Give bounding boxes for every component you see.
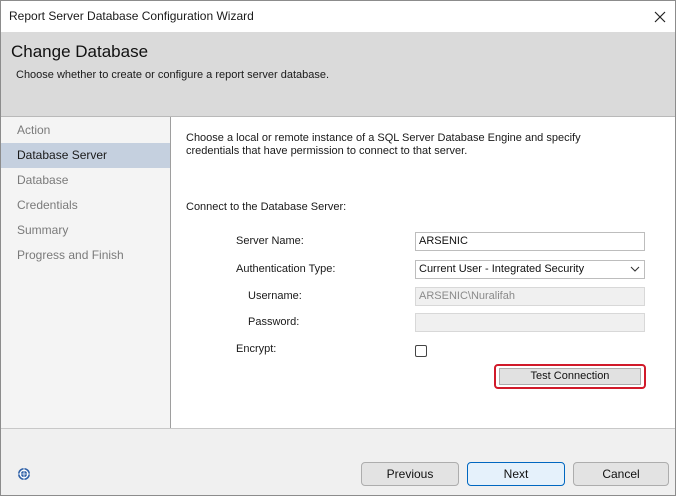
sidebar-item-summary[interactable]: Summary bbox=[1, 218, 170, 243]
test-connection-button[interactable]: Test Connection bbox=[499, 368, 641, 385]
title-bar: Report Server Database Configuration Wiz… bbox=[1, 1, 675, 32]
sidebar-item-credentials[interactable]: Credentials bbox=[1, 193, 170, 218]
page-subtitle: Choose whether to create or configure a … bbox=[16, 69, 330, 81]
username-label: Username: bbox=[248, 290, 302, 302]
auth-type-label: Authentication Type: bbox=[236, 263, 336, 275]
password-input[interactable] bbox=[415, 313, 645, 332]
next-button[interactable]: Next bbox=[467, 462, 565, 486]
sidebar-item-progress-and-finish[interactable]: Progress and Finish bbox=[1, 243, 170, 268]
close-icon bbox=[654, 11, 666, 22]
server-name-label: Server Name: bbox=[236, 235, 304, 247]
wizard-footer: Previous Next Cancel bbox=[1, 428, 675, 495]
wizard-steps-sidebar: Action Database Server Database Credenti… bbox=[1, 117, 171, 428]
wizard-window: Report Server Database Configuration Wiz… bbox=[0, 0, 676, 496]
step-description: Choose a local or remote instance of a S… bbox=[186, 132, 581, 157]
username-input[interactable]: ARSENIC\Nuralifah bbox=[415, 287, 645, 306]
sidebar-item-action[interactable]: Action bbox=[1, 118, 170, 143]
password-label: Password: bbox=[248, 316, 300, 328]
page-title: Change Database bbox=[11, 42, 149, 61]
auth-type-value: Current User - Integrated Security bbox=[419, 263, 585, 275]
encrypt-checkbox[interactable] bbox=[415, 345, 427, 357]
server-name-input[interactable]: ARSENIC bbox=[415, 232, 645, 251]
window-title: Report Server Database Configuration Wiz… bbox=[9, 9, 254, 23]
previous-button[interactable]: Previous bbox=[361, 462, 459, 486]
main-content: Choose a local or remote instance of a S… bbox=[171, 117, 675, 428]
auth-type-select[interactable]: Current User - Integrated Security bbox=[415, 260, 645, 279]
sidebar-item-database[interactable]: Database bbox=[1, 168, 170, 193]
cancel-button[interactable]: Cancel bbox=[573, 462, 669, 486]
page-header: Change Database Choose whether to create… bbox=[1, 32, 675, 117]
help-icon[interactable] bbox=[17, 467, 31, 481]
sidebar-item-database-server[interactable]: Database Server bbox=[1, 143, 170, 168]
chevron-down-icon bbox=[630, 266, 640, 272]
close-button[interactable] bbox=[645, 1, 675, 32]
encrypt-label: Encrypt: bbox=[236, 343, 277, 355]
connect-section-label: Connect to the Database Server: bbox=[186, 201, 347, 213]
